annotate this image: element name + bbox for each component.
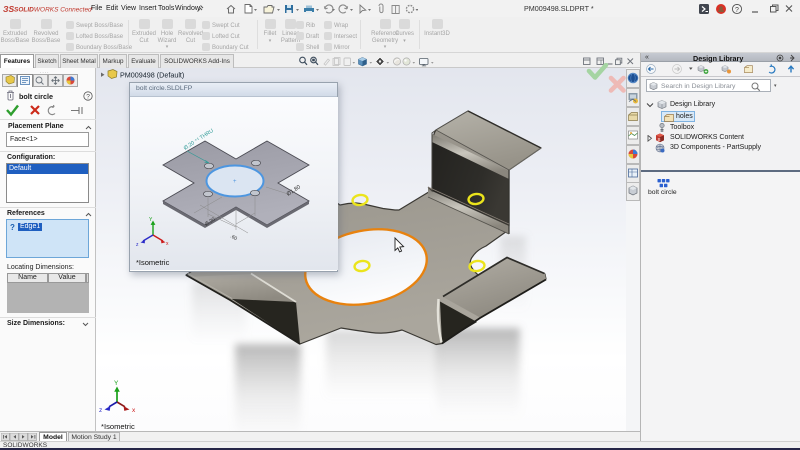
svg-text:SOLIDWORKS Connected: SOLIDWORKS Connected <box>14 7 92 14</box>
svg-text:S: S <box>658 137 661 142</box>
svg-text:*Isometric: *Isometric <box>136 258 170 267</box>
svg-text:+: + <box>233 179 237 185</box>
svg-text:?: ? <box>735 7 739 14</box>
svg-text:?: ? <box>86 94 90 101</box>
svg-text:PM009498 (Default): PM009498 (Default) <box>120 71 184 80</box>
svg-text:Y: Y <box>114 380 119 387</box>
svg-text:*Isometric: *Isometric <box>101 422 135 431</box>
svg-text:ЗS: ЗS <box>3 4 14 14</box>
svg-text:z: z <box>99 407 102 414</box>
